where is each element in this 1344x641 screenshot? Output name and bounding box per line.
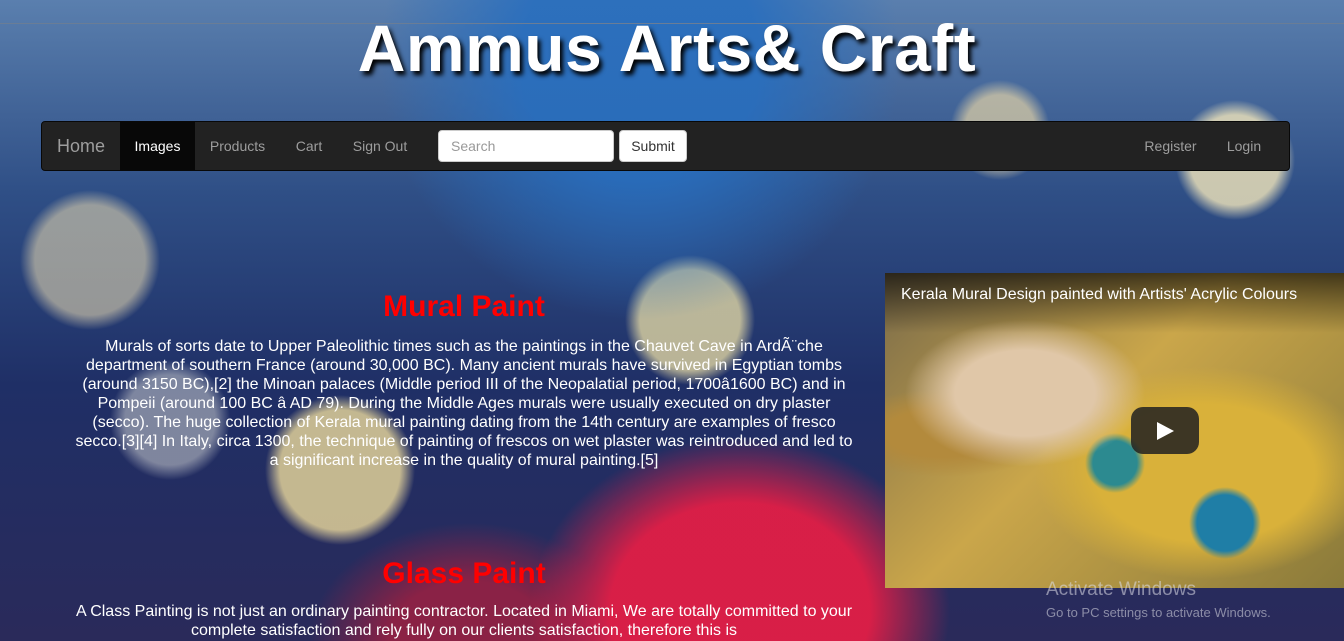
video-player[interactable]: Kerala Mural Design painted with Artists… <box>885 273 1344 588</box>
video-title[interactable]: Kerala Mural Design painted with Artists… <box>901 286 1297 304</box>
section-title-glass: Glass Paint <box>382 557 546 590</box>
video-play-button[interactable] <box>1131 407 1199 454</box>
activate-windows-title: Activate Windows <box>1046 579 1196 600</box>
search-input[interactable] <box>438 130 614 162</box>
submit-button[interactable]: Submit <box>619 130 687 162</box>
nav-login-link[interactable]: Login <box>1213 122 1275 170</box>
nav-images-link[interactable]: Images <box>120 122 195 170</box>
nav-home-link[interactable]: Home <box>42 122 120 170</box>
play-icon <box>1157 422 1174 440</box>
nav-signout-link[interactable]: Sign Out <box>338 122 422 170</box>
activate-windows-subtitle: Go to PC settings to activate Windows. <box>1046 605 1271 620</box>
section-title-mural: Mural Paint <box>383 290 545 323</box>
navbar: Home Images Products Cart Sign Out Submi… <box>41 121 1290 171</box>
nav-products-link[interactable]: Products <box>195 122 280 170</box>
section-text-glass: A Class Painting is not just an ordinary… <box>75 603 853 639</box>
section-text-mural: Murals of sorts date to Upper Paleolithi… <box>75 338 853 469</box>
nav-register-link[interactable]: Register <box>1128 122 1213 170</box>
nav-cart-link[interactable]: Cart <box>280 122 338 170</box>
site-title: Ammus Arts& Craft <box>357 11 977 85</box>
